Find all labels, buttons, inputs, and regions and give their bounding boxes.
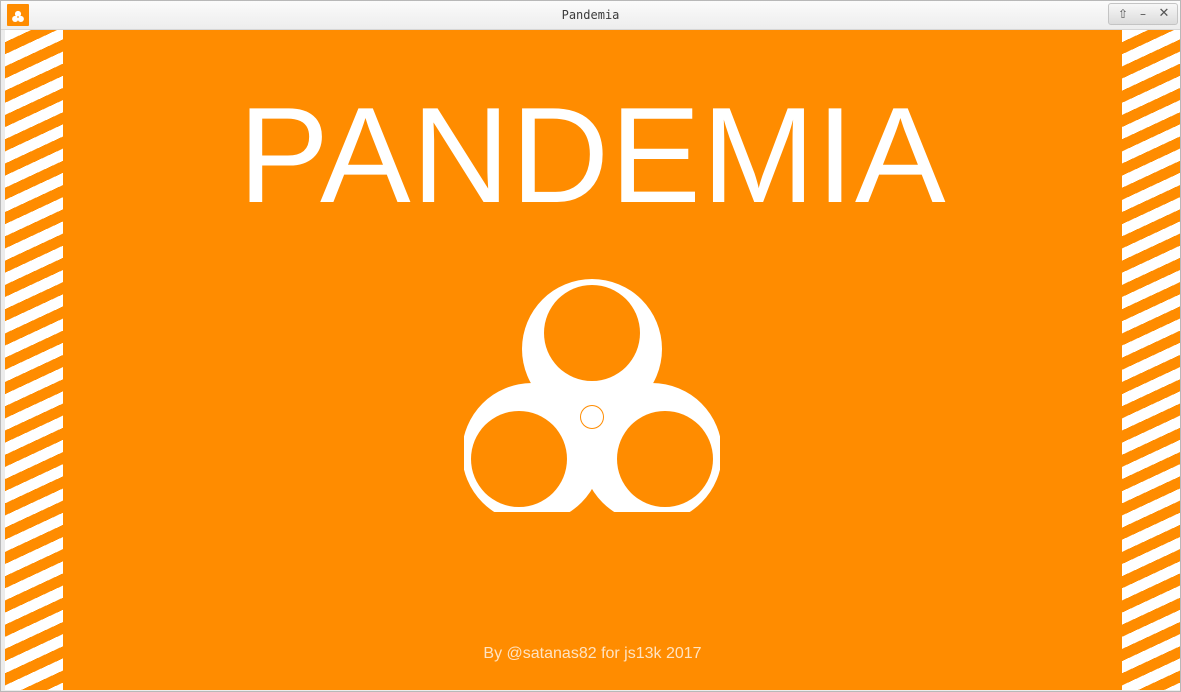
title-bar[interactable]: Pandemia ⇧ – ✕	[1, 1, 1180, 30]
game-title: PANDEMIA	[238, 79, 947, 231]
window-title: Pandemia	[561, 8, 620, 22]
keep-above-icon[interactable]: ⇧	[1114, 6, 1132, 22]
close-icon[interactable]: ✕	[1155, 6, 1173, 22]
window-controls: ⇧ – ✕	[1108, 3, 1178, 25]
credit-text: By @satanas82 for js13k 2017	[483, 645, 702, 662]
biohazard-icon	[464, 279, 720, 535]
game-canvas[interactable]: PANDEMIA By @satanas82 for js13k 2017	[5, 30, 1180, 690]
minimize-icon[interactable]: –	[1134, 6, 1152, 22]
app-window: Pandemia ⇧ – ✕ PANDEMIA By @satanas82 fo…	[0, 0, 1181, 692]
